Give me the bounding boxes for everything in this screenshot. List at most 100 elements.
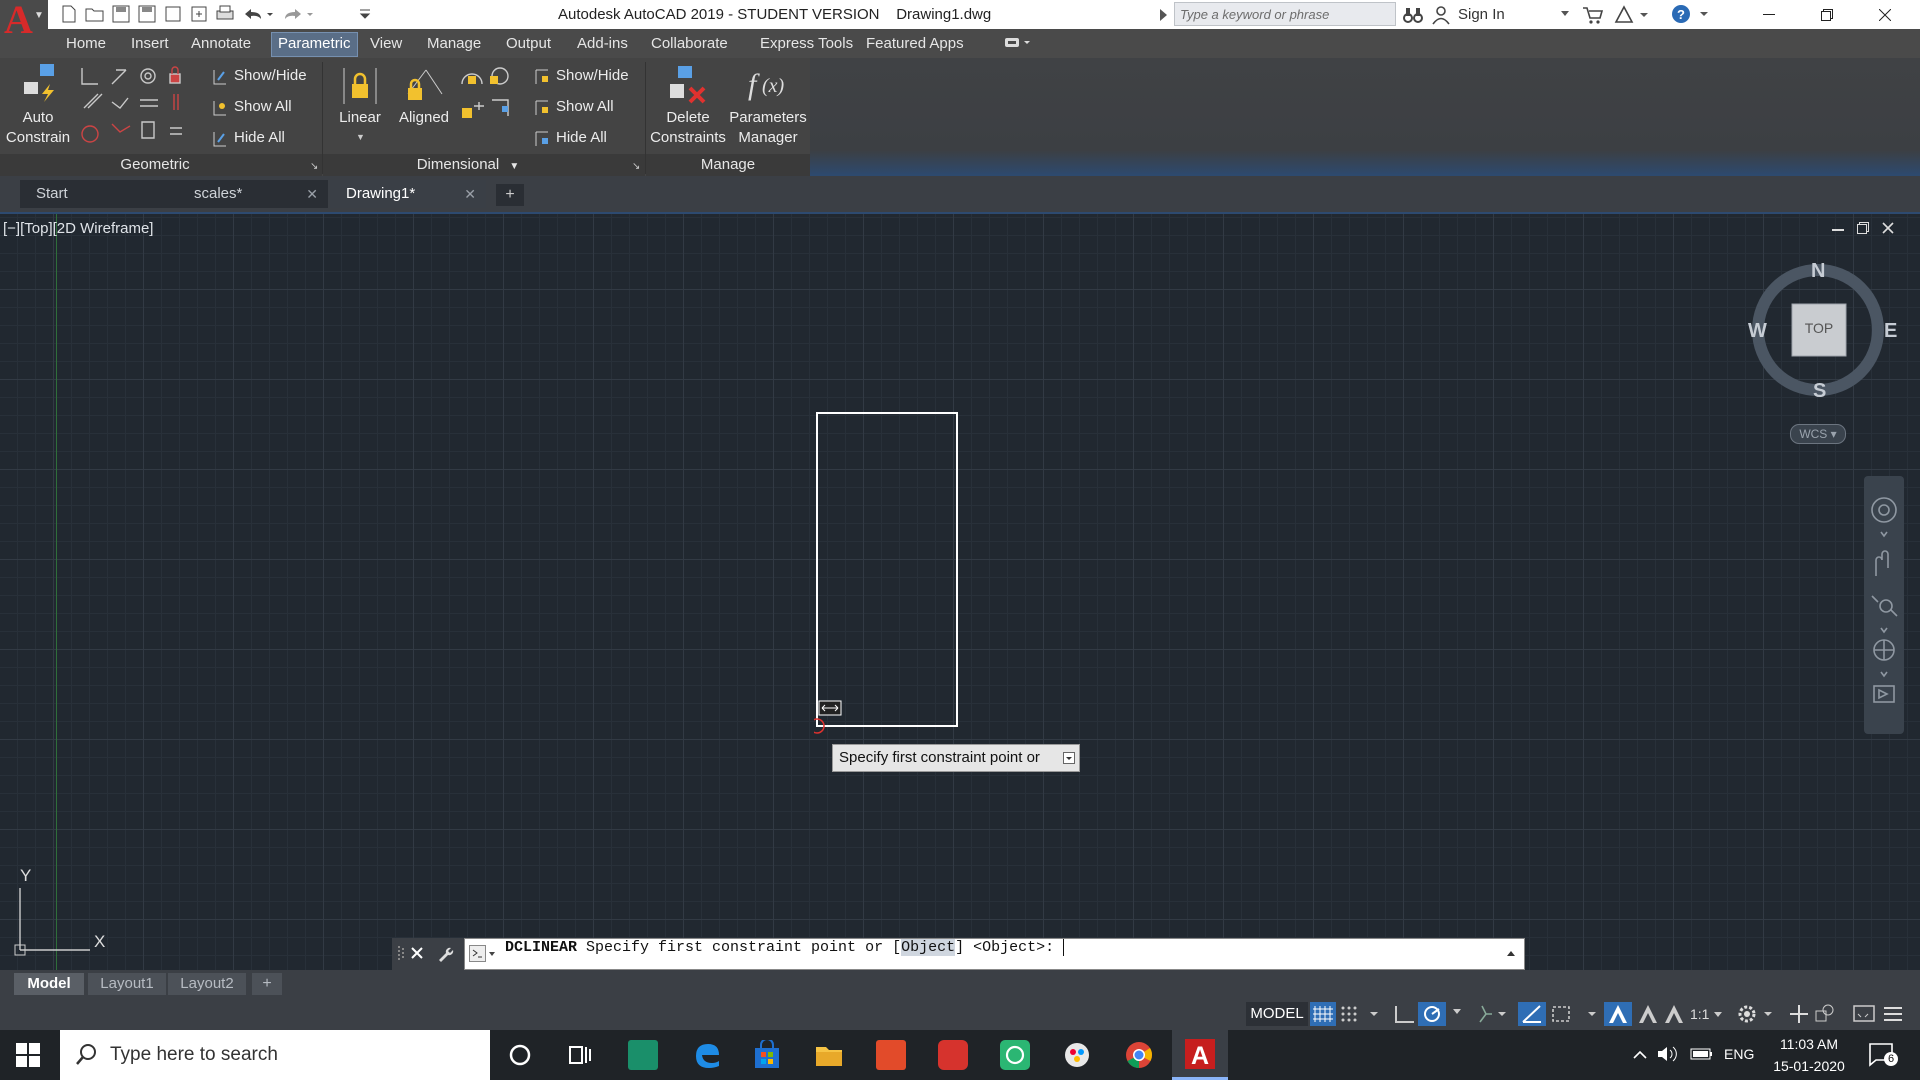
annotation-monitor-plus-icon[interactable] xyxy=(1788,1003,1810,1025)
viewport-minimize-icon[interactable] xyxy=(1832,223,1844,233)
compass-west[interactable]: W xyxy=(1748,320,1767,343)
parameters-manager-button[interactable]: f (x) Parameters Manager xyxy=(728,62,808,154)
auto-constrain-button[interactable]: Auto Constrain xyxy=(6,62,70,150)
linear-constraint-button[interactable]: Linear ▼ xyxy=(332,62,388,154)
help-search-input[interactable] xyxy=(1175,3,1395,25)
compass-south[interactable]: S xyxy=(1813,380,1826,403)
geo-show-hide-button[interactable]: Show/Hide xyxy=(212,66,307,86)
panel-launcher-icon[interactable]: ↘ xyxy=(310,161,318,172)
manage-panel-title[interactable]: Manage xyxy=(646,155,810,175)
isodraft-icon[interactable] xyxy=(1474,1004,1510,1024)
geo-hide-all-button[interactable]: Hide All xyxy=(212,128,285,148)
cortana-icon[interactable] xyxy=(508,1043,532,1067)
undo-icon[interactable] xyxy=(240,4,276,24)
chevron-down-icon[interactable] xyxy=(1560,10,1570,18)
tab-express-tools[interactable]: Express Tools xyxy=(754,32,859,55)
layout-tab-layout2[interactable]: Layout2 xyxy=(168,973,246,995)
viewcube-top-face[interactable]: TOP xyxy=(1792,320,1846,336)
notification-center-icon[interactable]: 6 xyxy=(1868,1042,1898,1068)
clean-screen-icon[interactable] xyxy=(1852,1003,1876,1025)
viewport-controls-label[interactable]: [−][Top][2D Wireframe] xyxy=(3,220,153,237)
reader-app-icon[interactable] xyxy=(938,1040,968,1070)
redo-icon[interactable] xyxy=(280,4,316,24)
plot-icon[interactable] xyxy=(214,4,236,24)
delete-constraints-button[interactable]: Delete Constraints xyxy=(650,62,726,154)
dimensional-panel-title[interactable]: Dimensional ▼ xyxy=(323,155,613,175)
dim-show-all-button[interactable]: Show All xyxy=(534,97,614,117)
file-explorer-icon[interactable] xyxy=(814,1040,844,1070)
tab-annotate[interactable]: Annotate xyxy=(185,32,257,55)
tab-insert[interactable]: Insert xyxy=(125,32,175,55)
command-option-object[interactable]: Object xyxy=(901,939,956,956)
new-file-icon[interactable] xyxy=(58,4,80,24)
command-prompt-icon[interactable] xyxy=(469,945,497,963)
ortho-mode-icon[interactable] xyxy=(1392,1004,1416,1024)
autocad-taskbar-button[interactable]: A xyxy=(1172,1030,1228,1080)
viewport-close-icon[interactable] xyxy=(1882,222,1894,234)
chevron-down-icon[interactable] xyxy=(1713,1011,1723,1019)
a360-icon[interactable] xyxy=(1614,5,1650,25)
close-tab-icon[interactable]: ✕ xyxy=(306,180,318,208)
battery-icon[interactable] xyxy=(1690,1046,1714,1062)
task-view-icon[interactable] xyxy=(568,1043,592,1067)
object-snap-icon[interactable] xyxy=(1550,1003,1596,1025)
dim-show-hide-button[interactable]: Show/Hide xyxy=(534,66,629,86)
wrench-icon[interactable] xyxy=(436,945,454,963)
annotation-visibility-icon[interactable] xyxy=(1604,1002,1632,1026)
help-icon[interactable]: ? xyxy=(1670,3,1712,25)
tab-view[interactable]: View xyxy=(364,32,408,55)
whatsapp-icon[interactable] xyxy=(1000,1040,1030,1070)
annotation-scale-icon[interactable] xyxy=(1662,1003,1686,1025)
tab-collaborate[interactable]: Collaborate xyxy=(645,32,734,55)
close-tab-icon[interactable]: ✕ xyxy=(464,180,476,208)
layout-tab-layout1[interactable]: Layout1 xyxy=(88,973,166,995)
office-app-icon[interactable] xyxy=(876,1040,906,1070)
doc-tab-drawing1[interactable]: Drawing1* ✕ xyxy=(330,180,486,208)
wcs-menu[interactable]: WCS ▾ xyxy=(1790,424,1846,444)
geo-show-all-button[interactable]: Show All xyxy=(212,97,292,117)
new-tab-plus-icon[interactable]: + xyxy=(496,184,524,206)
taskbar-clock[interactable]: 11:03 AM 15-01-2020 xyxy=(1764,1033,1854,1077)
add-layout-icon[interactable]: + xyxy=(252,973,282,995)
snap-mode-icon[interactable] xyxy=(1340,1005,1380,1023)
help-search-box[interactable] xyxy=(1174,2,1396,26)
viewport-restore-icon[interactable] xyxy=(1857,222,1869,234)
windows-start-icon[interactable] xyxy=(16,1043,40,1067)
show-hidden-icons-icon[interactable] xyxy=(1632,1047,1648,1061)
layout-tab-model[interactable]: Model xyxy=(14,973,84,995)
object-snap-tracking-icon[interactable] xyxy=(1518,1002,1546,1026)
edge-browser-icon[interactable] xyxy=(692,1040,722,1070)
customize-toolbar-icon[interactable] xyxy=(354,4,376,24)
tab-parametric[interactable]: Parametric xyxy=(271,32,358,57)
ribbon-minimize-icon[interactable] xyxy=(1004,36,1034,50)
grid-toggle-icon[interactable] xyxy=(1310,1002,1336,1026)
dropdown-options-icon[interactable] xyxy=(1063,752,1075,764)
tab-home[interactable]: Home xyxy=(60,32,112,55)
annotation-scale-value[interactable]: 1:1 xyxy=(1690,1002,1709,1026)
taskbar-search-box[interactable]: Type here to search xyxy=(60,1030,490,1080)
tab-add-ins[interactable]: Add-ins xyxy=(571,32,634,55)
search-expand-icon[interactable] xyxy=(1158,8,1168,22)
chrome-icon[interactable] xyxy=(1124,1040,1154,1070)
command-line[interactable]: DCLINEAR Specify first constraint point … xyxy=(464,938,1525,970)
tab-manage[interactable]: Manage xyxy=(421,32,487,55)
viewcube[interactable]: N S E W TOP WCS ▾ xyxy=(1740,258,1900,458)
close-command-icon[interactable] xyxy=(410,946,424,960)
auto-scale-icon[interactable] xyxy=(1636,1003,1660,1025)
save-icon[interactable] xyxy=(110,4,132,24)
binoculars-icon[interactable] xyxy=(1402,5,1424,25)
polar-tracking-icon[interactable] xyxy=(1418,1002,1446,1026)
grip-icon[interactable] xyxy=(398,946,404,962)
model-space-toggle[interactable]: MODEL xyxy=(1246,1002,1308,1026)
compass-east[interactable]: E xyxy=(1884,320,1897,343)
tab-featured-apps[interactable]: Featured Apps xyxy=(860,32,970,55)
aligned-constraint-button[interactable]: Aligned xyxy=(392,62,458,150)
workspace-gear-icon[interactable] xyxy=(1736,1003,1776,1025)
close-window-button[interactable] xyxy=(1856,0,1914,29)
command-history-icon[interactable] xyxy=(1506,949,1516,957)
panel-launcher-icon[interactable]: ↘ xyxy=(632,161,640,172)
chevron-down-icon[interactable] xyxy=(1452,1008,1462,1016)
doc-tab-start[interactable]: Start xyxy=(20,180,178,208)
volume-icon[interactable] xyxy=(1656,1044,1680,1064)
restore-window-button[interactable] xyxy=(1798,0,1856,29)
